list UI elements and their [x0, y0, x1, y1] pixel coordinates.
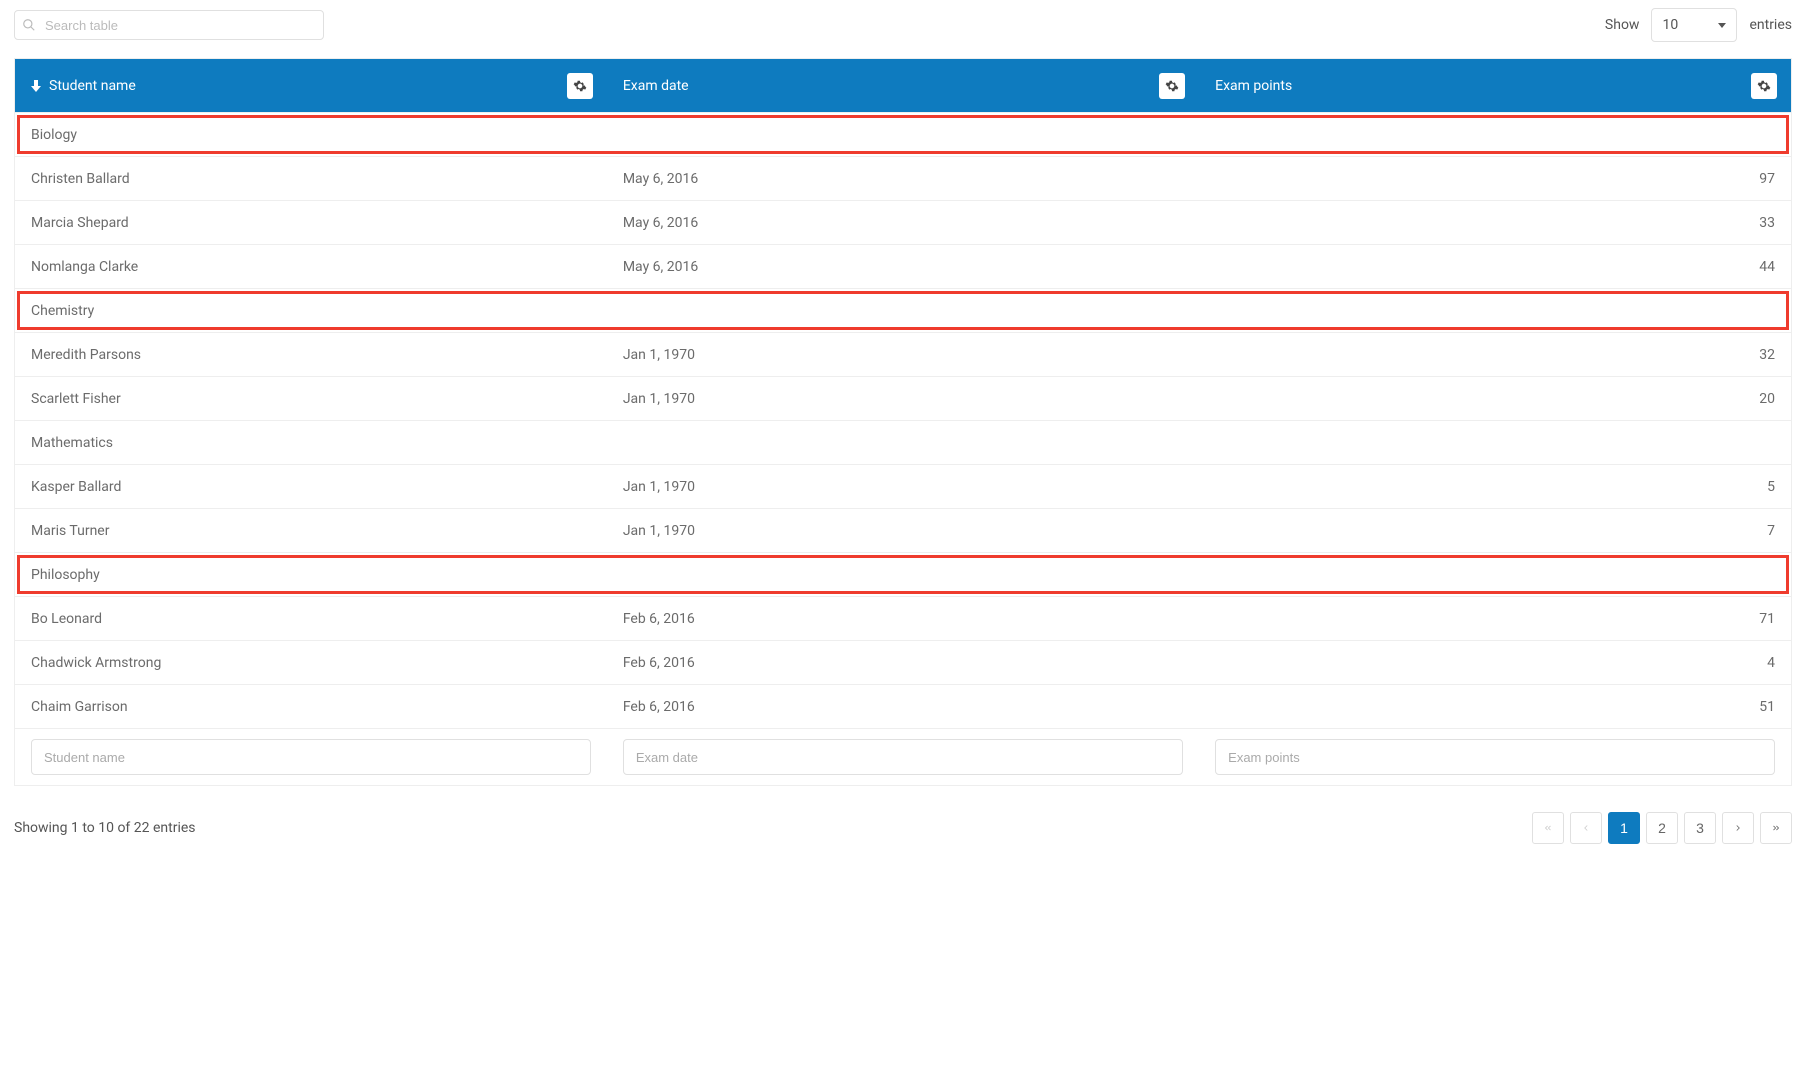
col-header-points-label: Exam points	[1215, 78, 1292, 94]
cell-date: May 6, 2016	[607, 157, 1199, 201]
pager: 123	[1532, 812, 1792, 844]
cell-date: Jan 1, 1970	[607, 465, 1199, 509]
filter-row	[15, 729, 1792, 786]
pager-first-button[interactable]	[1532, 812, 1564, 844]
cell-date: Feb 6, 2016	[607, 685, 1199, 729]
gear-icon	[1757, 79, 1771, 93]
filter-points-input[interactable]	[1215, 739, 1775, 775]
show-label-after: entries	[1749, 17, 1792, 33]
table-body: BiologyChristen BallardMay 6, 201697Marc…	[15, 113, 1792, 729]
group-label: Philosophy	[15, 553, 1792, 597]
filter-name-input[interactable]	[31, 739, 591, 775]
cell-date: May 6, 2016	[607, 245, 1199, 289]
pager-page-2[interactable]: 2	[1646, 812, 1678, 844]
chevrons-right-icon	[1770, 823, 1782, 833]
sort-desc-icon	[31, 80, 41, 92]
cell-points: 71	[1199, 597, 1791, 641]
cell-name: Christen Ballard	[15, 157, 607, 201]
col-header-date[interactable]: Exam date	[607, 59, 1199, 113]
cell-date: Jan 1, 1970	[607, 509, 1199, 553]
table-row[interactable]: Chaim GarrisonFeb 6, 201651	[15, 685, 1792, 729]
cell-name: Nomlanga Clarke	[15, 245, 607, 289]
entries-dropdown[interactable]: 10	[1651, 8, 1737, 42]
pager-page-3[interactable]: 3	[1684, 812, 1716, 844]
cell-date: May 6, 2016	[607, 201, 1199, 245]
cell-date: Feb 6, 2016	[607, 597, 1199, 641]
cell-date: Jan 1, 1970	[607, 377, 1199, 421]
cell-points: 4	[1199, 641, 1791, 685]
cell-points: 5	[1199, 465, 1791, 509]
group-label: Chemistry	[15, 289, 1792, 333]
cell-points: 33	[1199, 201, 1791, 245]
col-settings-name-button[interactable]	[567, 73, 593, 99]
gear-icon	[573, 79, 587, 93]
cell-name: Marcia Shepard	[15, 201, 607, 245]
data-table: Student name Exam date Exam points	[14, 58, 1792, 786]
search-icon	[22, 18, 36, 32]
table-row[interactable]: Christen BallardMay 6, 201697	[15, 157, 1792, 201]
filter-date-input[interactable]	[623, 739, 1183, 775]
pager-page-1[interactable]: 1	[1608, 812, 1640, 844]
table-row[interactable]: Meredith ParsonsJan 1, 197032	[15, 333, 1792, 377]
group-label: Mathematics	[15, 421, 1792, 465]
show-entries: Show 10 entries	[1605, 8, 1792, 42]
col-header-name-label: Student name	[49, 78, 136, 94]
table-row[interactable]: Bo LeonardFeb 6, 201671	[15, 597, 1792, 641]
pager-last-button[interactable]	[1760, 812, 1792, 844]
cell-points: 20	[1199, 377, 1791, 421]
cell-name: Maris Turner	[15, 509, 607, 553]
table-row[interactable]: Maris TurnerJan 1, 19707	[15, 509, 1792, 553]
cell-points: 32	[1199, 333, 1791, 377]
cell-name: Kasper Ballard	[15, 465, 607, 509]
col-header-name[interactable]: Student name	[15, 59, 607, 113]
gear-icon	[1165, 79, 1179, 93]
col-header-points[interactable]: Exam points	[1199, 59, 1791, 113]
col-settings-points-button[interactable]	[1751, 73, 1777, 99]
group-row[interactable]: Biology	[15, 113, 1792, 157]
cell-name: Scarlett Fisher	[15, 377, 607, 421]
chevron-right-icon	[1733, 823, 1743, 833]
table-row[interactable]: Marcia ShepardMay 6, 201633	[15, 201, 1792, 245]
cell-name: Bo Leonard	[15, 597, 607, 641]
table-row[interactable]: Nomlanga ClarkeMay 6, 201644	[15, 245, 1792, 289]
pager-prev-button[interactable]	[1570, 812, 1602, 844]
cell-points: 97	[1199, 157, 1791, 201]
cell-points: 7	[1199, 509, 1791, 553]
cell-name: Chaim Garrison	[15, 685, 607, 729]
header-row: Student name Exam date Exam points	[15, 59, 1792, 113]
cell-date: Jan 1, 1970	[607, 333, 1199, 377]
entries-value: 10	[1662, 17, 1678, 33]
search-input[interactable]	[14, 10, 324, 40]
top-bar: Show 10 entries	[14, 8, 1792, 42]
group-row[interactable]: Chemistry	[15, 289, 1792, 333]
group-row[interactable]: Mathematics	[15, 421, 1792, 465]
show-label-before: Show	[1605, 17, 1640, 33]
bottom-bar: Showing 1 to 10 of 22 entries 123	[14, 812, 1792, 844]
cell-points: 44	[1199, 245, 1791, 289]
cell-name: Meredith Parsons	[15, 333, 607, 377]
col-settings-date-button[interactable]	[1159, 73, 1185, 99]
info-text: Showing 1 to 10 of 22 entries	[14, 820, 196, 836]
group-row[interactable]: Philosophy	[15, 553, 1792, 597]
table-row[interactable]: Chadwick ArmstrongFeb 6, 20164	[15, 641, 1792, 685]
table-row[interactable]: Scarlett FisherJan 1, 197020	[15, 377, 1792, 421]
chevron-left-icon	[1581, 823, 1591, 833]
search-wrapper	[14, 10, 324, 40]
group-label: Biology	[15, 113, 1792, 157]
table-row[interactable]: Kasper BallardJan 1, 19705	[15, 465, 1792, 509]
cell-points: 51	[1199, 685, 1791, 729]
pager-next-button[interactable]	[1722, 812, 1754, 844]
chevron-down-icon	[1718, 23, 1726, 28]
chevrons-left-icon	[1542, 823, 1554, 833]
cell-date: Feb 6, 2016	[607, 641, 1199, 685]
cell-name: Chadwick Armstrong	[15, 641, 607, 685]
col-header-date-label: Exam date	[623, 78, 689, 94]
